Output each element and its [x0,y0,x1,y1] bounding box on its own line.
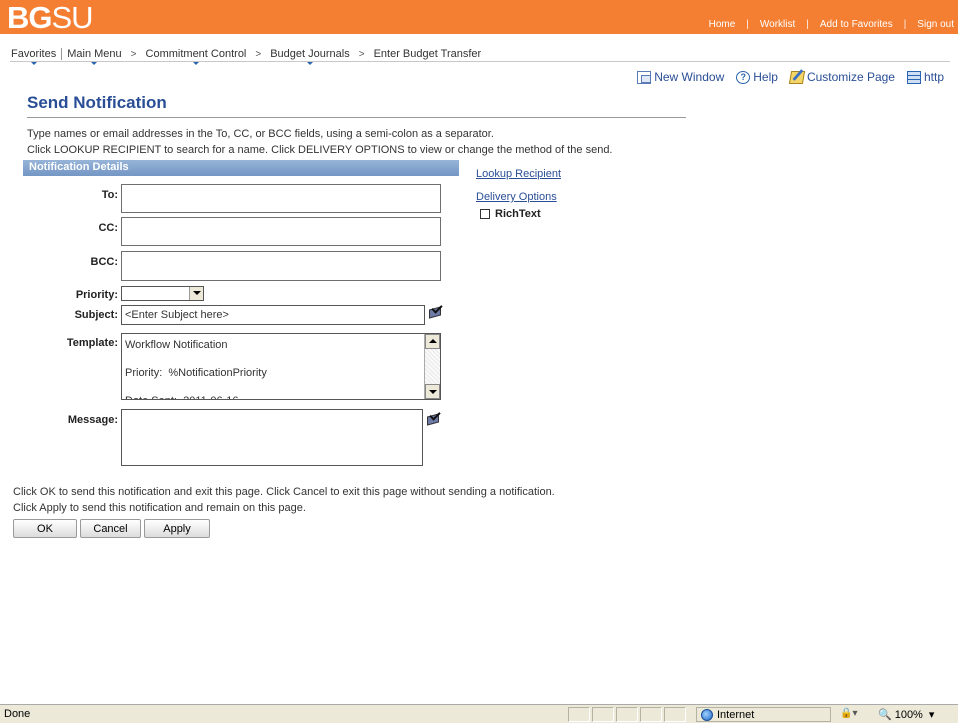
home-link[interactable]: Home [698,19,747,30]
separator: | [746,19,749,30]
breadcrumb-favorites[interactable]: Favorites [11,48,56,65]
new-window-link[interactable]: New Window [637,70,724,84]
cc-field[interactable] [121,217,441,246]
instruction-text: Click LOOKUP RECIPIENT to search for a n… [27,144,613,156]
message-label: Message: [67,414,118,426]
bgsu-logo[interactable]: BGSU [7,2,94,33]
priority-label: Priority: [75,289,118,301]
help-icon: ? [736,70,751,84]
chevron-right-icon: > [130,48,137,60]
scroll-down-icon[interactable] [425,384,440,399]
subject-input[interactable]: <Enter Subject here> [121,305,425,325]
help-link[interactable]: ? Help [736,70,778,84]
priority-select[interactable] [121,286,204,301]
customize-page-link[interactable]: Customize Page [788,70,895,84]
browser-status-bar: Done Internet 🔒▾ 🔍 100% ▾ [0,704,958,723]
header-links: Home | Worklist | Add to Favorites | Sig… [698,19,954,30]
button-row: OK Cancel Apply [13,519,213,538]
richtext-checkbox-row[interactable]: RichText [480,208,541,220]
breadcrumb-commitment-control[interactable]: Commitment Control [146,48,246,65]
breadcrumb-main-menu[interactable]: Main Menu [67,48,122,65]
apply-button[interactable]: Apply [144,519,210,538]
template-text: Workflow Notification Priority: %Notific… [125,339,267,399]
page-toolbar: New Window ? Help Customize Page http [625,70,944,84]
template-scrollbar[interactable] [424,334,440,399]
spell-check-icon[interactable] [428,302,444,319]
sign-out-link[interactable]: Sign out [906,19,954,30]
notification-details-header: Notification Details [23,160,459,176]
lookup-recipient-link[interactable]: Lookup Recipient [476,168,561,180]
richtext-checkbox[interactable] [480,209,490,219]
divider [61,48,63,60]
customize-page-icon [788,70,806,84]
cancel-button[interactable]: Cancel [80,519,141,538]
chevron-down-icon: ▾ [928,709,935,721]
add-to-favorites-link[interactable]: Add to Favorites [809,19,904,30]
bcc-field[interactable] [121,251,441,281]
subject-label: Subject: [74,309,118,321]
footer-instruction: Click OK to send this notification and e… [13,486,555,498]
protected-mode-icon[interactable]: 🔒▾ [840,708,857,719]
chevron-right-icon: > [358,48,365,60]
title-divider [27,117,686,118]
breadcrumb-bar: Favorites Main Menu > Commitment Control… [0,34,958,65]
spell-check-icon[interactable] [426,409,442,426]
globe-icon [701,708,713,721]
security-zone[interactable]: Internet [696,707,831,722]
footer-instruction: Click Apply to send this notification an… [13,502,306,514]
worklist-link[interactable]: Worklist [749,19,806,30]
zoom-control[interactable]: 🔍 100% ▾ [878,708,935,722]
status-cell [568,707,590,722]
to-field[interactable] [121,184,441,213]
template-textarea[interactable]: Workflow Notification Priority: %Notific… [121,333,441,400]
delivery-options-link[interactable]: Delivery Options [476,191,557,203]
message-textarea[interactable] [121,409,423,466]
to-label: To: [101,189,118,201]
status-cell [640,707,662,722]
chevron-right-icon: > [255,48,262,60]
scroll-up-icon[interactable] [425,334,440,349]
cc-label: CC: [98,222,118,234]
http-link[interactable]: http [906,70,944,84]
ok-button[interactable]: OK [13,519,77,538]
separator: | [903,19,907,30]
page-title: Send Notification [27,93,167,112]
breadcrumb-budget-journals[interactable]: Budget Journals [270,48,350,65]
header-banner: BGSU Home | Worklist | Add to Favorites … [0,0,958,34]
breadcrumb-enter-budget-transfer[interactable]: Enter Budget Transfer [374,48,482,60]
http-icon [906,70,921,84]
instruction-text: Type names or email addresses in the To,… [27,128,494,140]
richtext-label: RichText [495,208,541,220]
new-window-icon [637,70,652,84]
status-cell [664,707,686,722]
breadcrumb: Favorites Main Menu > Commitment Control… [11,48,482,65]
status-cell [616,707,638,722]
bcc-label: BCC: [90,256,119,268]
status-text: Done [4,708,31,720]
separator: | [806,19,809,30]
chevron-down-icon[interactable] [189,287,203,300]
status-cell [592,707,614,722]
divider [10,61,950,62]
zoom-icon: 🔍 [878,709,892,721]
template-label: Template: [66,337,118,349]
